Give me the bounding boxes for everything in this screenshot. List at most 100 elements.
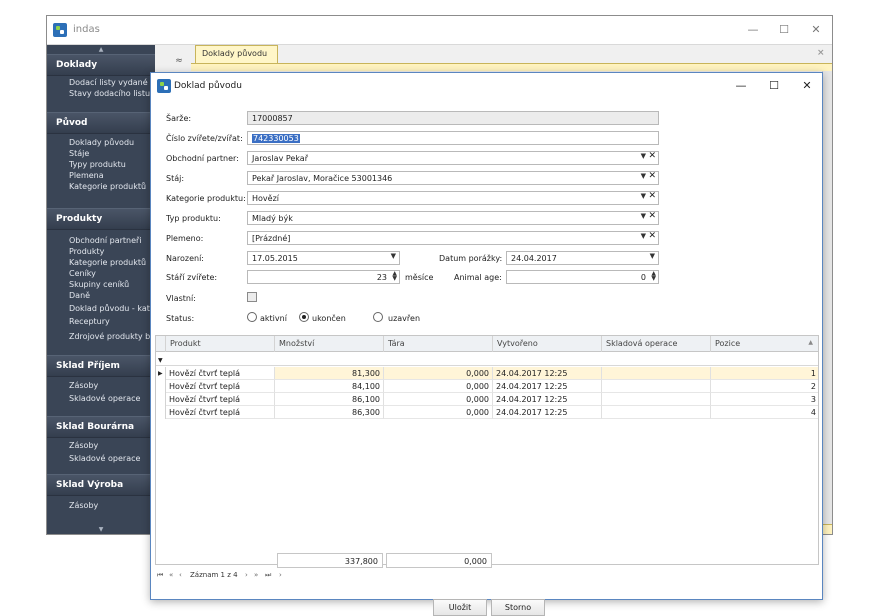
table-row[interactable]: Hovězí čtvrť teplá 86,100 0,000 24.04.20… — [156, 393, 818, 406]
spinner-arrows-icon[interactable]: ▲ ▼ — [392, 271, 397, 282]
prev-record-icon[interactable]: ‹ — [179, 571, 182, 579]
sidebar-group-sklad-bourarna[interactable]: Sklad Bourárna — [47, 416, 155, 438]
cell-produkt[interactable]: Hovězí čtvrť teplá — [166, 380, 275, 393]
kategorie-produktu-select[interactable]: Hovězí ▼ ✕ — [247, 191, 659, 205]
sidebar-item-kategorie-produktu-2[interactable]: Kategorie produktů — [69, 258, 146, 267]
sidebar-group-puvod[interactable]: Původ — [47, 112, 155, 134]
sidebar-item-plemena[interactable]: Plemena — [69, 171, 104, 180]
cell-vytvoreno[interactable]: 24.04.2017 12:25 — [493, 406, 602, 419]
column-header-skladova-operace[interactable]: Skladová operace — [602, 336, 711, 352]
nav-arrow-icon[interactable]: › — [279, 571, 282, 579]
sidebar-item-typy-produktu[interactable]: Typy produktu — [69, 160, 126, 169]
column-header-vytvoreno[interactable]: Vytvořeno — [493, 336, 602, 352]
sidebar-item-bourarna-skladove-operace[interactable]: Skladové operace — [69, 454, 140, 463]
cell-pozice[interactable]: 3 — [711, 393, 818, 406]
stari-zvirete-spinner[interactable]: 23 ▲ ▼ — [247, 270, 400, 284]
chevron-down-icon[interactable]: ▼ — [650, 252, 655, 260]
cell-produkt[interactable]: Hovězí čtvrť teplá — [166, 393, 275, 406]
status-aktivni-label[interactable]: aktivní — [260, 314, 287, 323]
sidebar-item-skupiny-ceniku[interactable]: Skupiny ceníků — [69, 280, 129, 289]
clear-icon[interactable]: ✕ — [648, 192, 656, 201]
cell-skladova-operace[interactable] — [602, 406, 711, 419]
next-page-icon[interactable]: » — [254, 571, 258, 579]
sidebar-scroll-up-icon[interactable]: ▲ — [47, 45, 155, 54]
sidebar-item-staje[interactable]: Stáje — [69, 149, 89, 158]
main-maximize-button[interactable]: ☐ — [775, 22, 793, 38]
sidebar-item-doklady-puvodu[interactable]: Doklady původu — [69, 138, 134, 147]
cell-vytvoreno[interactable]: 24.04.2017 12:25 — [493, 380, 602, 393]
sidebar-item-kategorie-produktu[interactable]: Kategorie produktů — [69, 182, 146, 191]
sidebar-item-zdrojove-produkty[interactable]: Zdrojové produkty bou — [69, 332, 155, 341]
sidebar-item-vyroba-zasoby[interactable]: Zásoby — [69, 501, 98, 510]
cell-skladova-operace[interactable] — [602, 380, 711, 393]
sidebar-item-receptury[interactable]: Receptury — [69, 317, 110, 326]
tab-doklady-puvodu[interactable]: Doklady původu — [195, 45, 278, 63]
cell-produkt[interactable]: Hovězí čtvrť teplá — [166, 367, 275, 380]
sidebar-item-prijem-zasoby[interactable]: Zásoby — [69, 381, 98, 390]
cell-pozice[interactable]: 2 — [711, 380, 818, 393]
clear-icon[interactable]: ✕ — [648, 172, 656, 181]
main-minimize-button[interactable]: — — [744, 22, 762, 38]
first-record-icon[interactable]: ⏮ — [157, 571, 163, 580]
cell-tara[interactable]: 0,000 — [384, 380, 493, 393]
cancel-button[interactable]: Storno — [491, 599, 545, 616]
cell-skladova-operace[interactable] — [602, 367, 711, 380]
collapse-sidebar-icon[interactable]: ≈ — [172, 56, 186, 68]
grid-filter-row[interactable]: ▼ — [156, 352, 818, 366]
chevron-down-icon[interactable]: ▼ — [391, 252, 396, 260]
sidebar-scroll-down-icon[interactable]: ▼ — [47, 525, 155, 534]
sidebar-item-dodaci-listy[interactable]: Dodací listy vydané — [69, 78, 148, 87]
cell-vytvoreno[interactable]: 24.04.2017 12:25 — [493, 367, 602, 380]
staj-select[interactable]: Pekař Jaroslav, Moračice 53001346 ▼ ✕ — [247, 171, 659, 185]
status-radio-aktivni[interactable] — [247, 312, 257, 322]
sidebar-group-sklad-prijem[interactable]: Sklad Příjem — [47, 355, 155, 377]
table-row[interactable]: ▶ Hovězí čtvrť teplá 81,300 0,000 24.04.… — [156, 367, 818, 380]
cell-mnozstvi[interactable]: 86,300 — [275, 406, 384, 419]
plemeno-select[interactable]: [Prázdné] ▼ ✕ — [247, 231, 659, 245]
prev-page-icon[interactable]: « — [169, 571, 173, 579]
clear-icon[interactable]: ✕ — [648, 232, 656, 241]
narozeni-date-input[interactable]: 17.05.2015 ▼ — [247, 251, 400, 265]
cell-produkt[interactable]: Hovězí čtvrť teplá — [166, 406, 275, 419]
dialog-minimize-button[interactable]: — — [730, 79, 752, 93]
chevron-down-icon[interactable]: ▼ — [641, 172, 646, 180]
save-button[interactable]: Uložit — [433, 599, 487, 616]
tab-close-icon[interactable]: × — [817, 48, 825, 58]
sidebar-item-stavy-dodaciho-listu[interactable]: Stavy dodacího listu — [69, 89, 150, 98]
sidebar-item-ceniky[interactable]: Ceníky — [69, 269, 96, 278]
clear-icon[interactable]: ✕ — [648, 212, 656, 221]
main-close-button[interactable]: ✕ — [807, 22, 825, 38]
cell-pozice[interactable]: 4 — [711, 406, 818, 419]
status-radio-ukoncen[interactable] — [299, 312, 309, 322]
cell-tara[interactable]: 0,000 — [384, 406, 493, 419]
sidebar-item-bourarna-zasoby[interactable]: Zásoby — [69, 441, 98, 450]
chevron-down-icon[interactable]: ▼ — [641, 212, 646, 220]
sidebar-item-obchodni-partneri[interactable]: Obchodní partneři — [69, 236, 142, 245]
sidebar-group-doklady[interactable]: Doklady — [47, 54, 155, 76]
clear-icon[interactable]: ✕ — [648, 152, 656, 161]
sidebar-group-sklad-vyroba[interactable]: Sklad Výroba — [47, 474, 155, 496]
datum-porazky-date-input[interactable]: 24.04.2017 ▼ — [506, 251, 659, 265]
sidebar-group-produkty[interactable]: Produkty — [47, 208, 155, 230]
cell-tara[interactable]: 0,000 — [384, 393, 493, 406]
chevron-down-icon[interactable]: ▼ — [641, 232, 646, 240]
status-ukoncen-label[interactable]: ukončen — [312, 314, 346, 323]
column-header-mnozstvi[interactable]: Množství — [275, 336, 384, 352]
last-record-icon[interactable]: ⏭ — [265, 571, 271, 580]
table-row[interactable]: Hovězí čtvrť teplá 84,100 0,000 24.04.20… — [156, 380, 818, 393]
sidebar-item-dane[interactable]: Daně — [69, 291, 90, 300]
column-header-produkt[interactable]: Produkt — [166, 336, 275, 352]
table-row[interactable]: Hovězí čtvrť teplá 86,300 0,000 24.04.20… — [156, 406, 818, 419]
column-header-pozice[interactable]: Pozice — [711, 336, 818, 352]
typ-produktu-select[interactable]: Mladý býk ▼ ✕ — [247, 211, 659, 225]
cell-tara[interactable]: 0,000 — [384, 367, 493, 380]
chevron-down-icon[interactable]: ▼ — [641, 152, 646, 160]
next-record-icon[interactable]: › — [245, 571, 248, 579]
cislo-zvirete-input[interactable]: 742330053 — [247, 131, 659, 145]
animal-age-spinner[interactable]: 0 ▲ ▼ — [506, 270, 659, 284]
vlastni-checkbox[interactable] — [247, 292, 257, 302]
cell-pozice[interactable]: 1 — [711, 367, 818, 380]
obchodni-partner-select[interactable]: Jaroslav Pekař ▼ ✕ — [247, 151, 659, 165]
cell-mnozstvi[interactable]: 81,300 — [275, 367, 384, 380]
dialog-maximize-button[interactable]: ☐ — [763, 79, 785, 93]
